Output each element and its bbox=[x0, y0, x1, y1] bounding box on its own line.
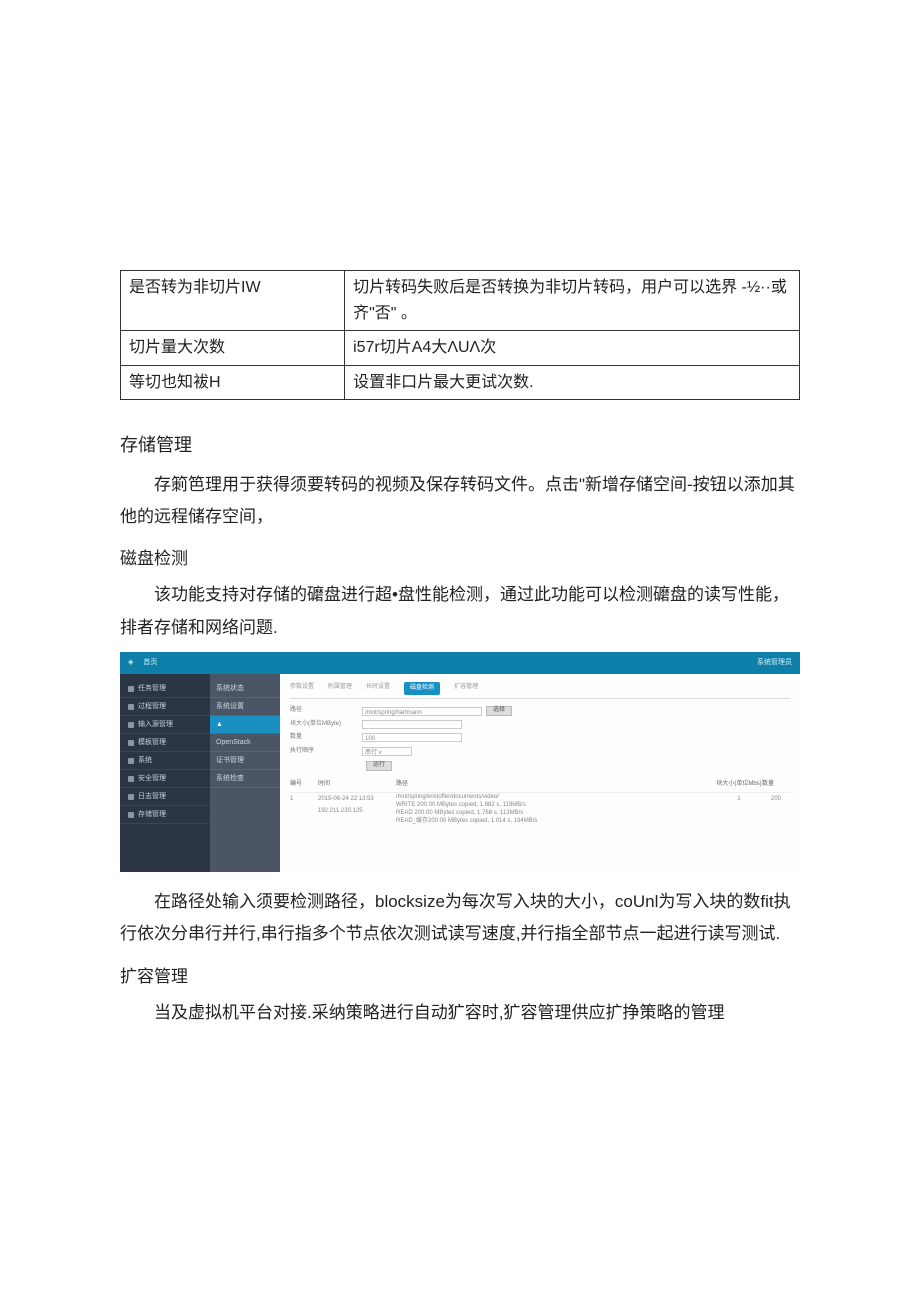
sidebar-item[interactable]: 系统 bbox=[120, 752, 210, 770]
parameters-table: 是否转为非切片IW 切片转码失败后是否转换为非切片转码，用户可以选界 -½··或… bbox=[120, 270, 800, 400]
path-label: 路径 bbox=[290, 705, 362, 716]
sidebar-label: 存储管理 bbox=[138, 808, 166, 821]
blocksize-label: 块大小(单位MByte) bbox=[290, 719, 362, 730]
section-body: 该功能支持对存储的礳盘进行超•盘性能检测，通过此功能可以检测礳盘的读写性能，排者… bbox=[120, 579, 800, 644]
tab-active[interactable]: 磁盘检测 bbox=[404, 682, 440, 695]
sidebar-label: 模板管理 bbox=[138, 736, 166, 749]
section-body: 当及虚拟机平台对接.采纳策略进行自动犷容时,犷容管理供应扩挣策略的管理 bbox=[120, 997, 800, 1029]
param-value: i57r切片A4大ΛUΛ次 bbox=[345, 331, 800, 366]
section-body: 存箣笆理用于获得须要转码的视频及保存转码文件。点击"新增存储空间-按钮以添加其他… bbox=[120, 469, 800, 534]
app-subnav: 系统状态 系统设置 ▲ OpenStack 证书管理 系统检查 bbox=[210, 674, 280, 872]
sidebar-item[interactable]: 模板管理 bbox=[120, 734, 210, 752]
subnav-label: 证书管理 bbox=[216, 754, 244, 767]
results-row: 1 2015-08-24 22:13:53 192.211.230.125 /m… bbox=[290, 793, 790, 825]
section-heading-expand: 扩容管理 bbox=[120, 961, 800, 993]
subnav-label: 系统设置 bbox=[216, 700, 244, 713]
col-header: 路径 bbox=[396, 779, 716, 790]
exec-order-select[interactable]: 串行 v bbox=[362, 747, 412, 756]
count-label: 数量 bbox=[290, 732, 362, 743]
logo-icon: ◈ bbox=[128, 656, 133, 669]
sidebar-item[interactable]: 存储管理 bbox=[120, 806, 210, 824]
tab[interactable]: 参数设置 bbox=[290, 682, 314, 695]
subnav-label: 系统检查 bbox=[216, 772, 244, 785]
result-cell: 200 bbox=[762, 794, 790, 825]
sidebar-label: 输入源管理 bbox=[138, 718, 173, 731]
result-line: READ 200.00 MBytes copied, 1.768 s, 113M… bbox=[396, 810, 523, 816]
tab[interactable]: 附属管理 bbox=[328, 682, 352, 695]
nav-icon bbox=[128, 686, 134, 692]
app-main: 参数设置 附属管理 长时设置 磁盘检测 扩容管理 路径 /mnt/spring/… bbox=[280, 674, 800, 872]
tab[interactable]: 长时设置 bbox=[366, 682, 390, 695]
result-cell: 2015-08-24 22:13:53 192.211.230.125 bbox=[318, 794, 396, 825]
count-input[interactable]: 100 bbox=[362, 733, 462, 742]
app-sidebar: 任务管理 过程管理 输入源管理 模板管理 系统 安全管理 日志管理 存储管理 bbox=[120, 674, 210, 872]
param-value: 设置非口片最大更试次数. bbox=[345, 365, 800, 400]
subnav-item[interactable]: 系统设置 bbox=[210, 698, 280, 716]
param-value: 切片转码失败后是否转换为非切片转码，用户可以选界 -½··或齐"否" 。 bbox=[345, 271, 800, 331]
nav-icon bbox=[128, 758, 134, 764]
subnav-item[interactable]: ▲ bbox=[210, 716, 280, 734]
sidebar-label: 过程管理 bbox=[138, 700, 166, 713]
result-cell: 1 bbox=[290, 794, 318, 825]
sidebar-label: 安全管理 bbox=[138, 772, 166, 785]
sidebar-item[interactable]: 日志管理 bbox=[120, 788, 210, 806]
result-time: 2015-08-24 22:13:53 bbox=[318, 796, 374, 802]
param-key: 是否转为非切片IW bbox=[121, 271, 345, 331]
result-cell: /mnt/spring/kristoffer/documents/video/ … bbox=[396, 794, 716, 825]
param-key: 等切也知袚H bbox=[121, 365, 345, 400]
col-header: 块大小(单位Mbs) bbox=[716, 779, 762, 790]
embedded-app-screenshot: ◈ 首页 系统管理员 任务管理 过程管理 输入源管理 模板管理 系统 安全管理 … bbox=[120, 652, 800, 872]
nav-icon bbox=[128, 794, 134, 800]
header-home[interactable]: 首页 bbox=[143, 656, 157, 669]
tab-row: 参数设置 附属管理 长时设置 磁盘检测 扩容管理 bbox=[290, 682, 790, 699]
results-header-row: 编号 时间 路径 块大小(单位Mbs) 数量 bbox=[290, 779, 790, 793]
section-heading-storage: 存储管理 bbox=[120, 428, 800, 462]
sidebar-item[interactable]: 过程管理 bbox=[120, 698, 210, 716]
sidebar-label: 任务管理 bbox=[138, 682, 166, 695]
result-cell: 1 bbox=[716, 794, 762, 825]
nav-icon bbox=[128, 704, 134, 710]
subnav-label: OpenStack bbox=[216, 736, 251, 749]
subnav-label: ▲ bbox=[216, 718, 223, 731]
blocksize-input[interactable] bbox=[362, 720, 462, 729]
col-header: 时间 bbox=[318, 779, 396, 790]
section-heading-disk: 磁盘检测 bbox=[120, 543, 800, 575]
nav-icon bbox=[128, 740, 134, 746]
sidebar-item[interactable]: 任务管理 bbox=[120, 680, 210, 698]
nav-icon bbox=[128, 812, 134, 818]
param-key: 切片量大次数 bbox=[121, 331, 345, 366]
sidebar-item[interactable]: 输入源管理 bbox=[120, 716, 210, 734]
subnav-item[interactable]: 系统检查 bbox=[210, 770, 280, 788]
col-header: 数量 bbox=[762, 779, 790, 790]
header-user[interactable]: 系统管理员 bbox=[757, 656, 792, 669]
exec-order-label: 执行顺序 bbox=[290, 746, 362, 757]
result-path: /mnt/spring/kristoffer/documents/video/ bbox=[396, 794, 499, 800]
path-input[interactable]: /mnt/spring/hartmann bbox=[362, 707, 482, 716]
section-body: 在路径处输入须要检测路径，blocksize为每次写入块的大小，coUnl为写入… bbox=[120, 886, 800, 951]
result-ip: 192.211.230.125 bbox=[318, 808, 363, 814]
subnav-item[interactable]: 系统状态 bbox=[210, 680, 280, 698]
result-line: READ_缓存200.00 MBytes copied, 1.014 s, 19… bbox=[396, 818, 537, 824]
nav-icon bbox=[128, 776, 134, 782]
browse-button[interactable]: 选择 bbox=[486, 706, 512, 716]
tab[interactable]: 扩容管理 bbox=[454, 682, 478, 695]
sidebar-label: 系统 bbox=[138, 754, 152, 767]
col-header: 编号 bbox=[290, 779, 318, 790]
sidebar-label: 日志管理 bbox=[138, 790, 166, 803]
subnav-label: 系统状态 bbox=[216, 682, 244, 695]
run-button[interactable]: 运行 bbox=[366, 761, 392, 771]
subnav-item[interactable]: OpenStack bbox=[210, 734, 280, 752]
subnav-item[interactable]: 证书管理 bbox=[210, 752, 280, 770]
sidebar-item[interactable]: 安全管理 bbox=[120, 770, 210, 788]
result-line: WRITE 200.00 MBytes copied, 1.682 s, 119… bbox=[396, 802, 526, 808]
nav-icon bbox=[128, 722, 134, 728]
app-header: ◈ 首页 系统管理员 bbox=[120, 652, 800, 674]
